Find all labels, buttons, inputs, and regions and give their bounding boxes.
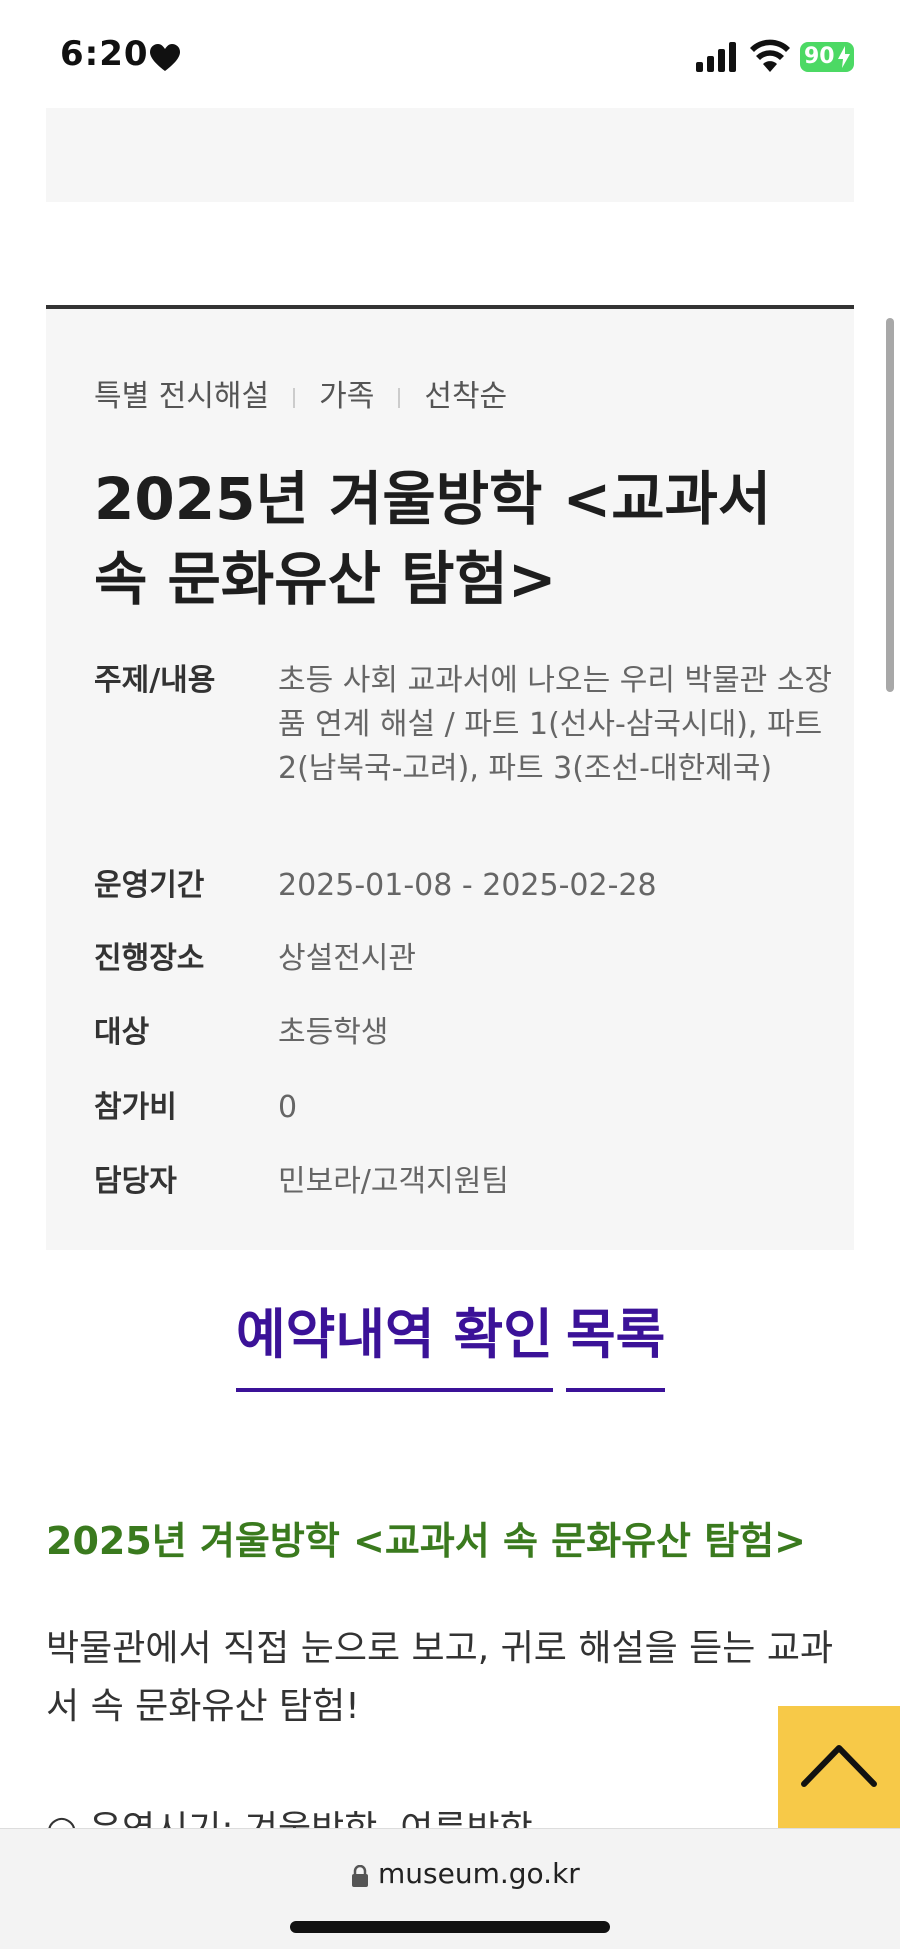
status-time: 6:20 xyxy=(60,34,149,74)
tag-divider xyxy=(293,387,296,408)
event-info-panel: 특별 전시해설 가족 선착순 2025년 겨울방학 <교과서 속 문화유산 탐험> … xyxy=(46,305,854,1250)
list-button[interactable]: 목록 xyxy=(566,1300,666,1392)
field-label: 대상 xyxy=(94,1015,150,1050)
field-label: 담당자 xyxy=(94,1164,177,1199)
field-label: 참가비 xyxy=(94,1090,177,1125)
content-subtitle: 2025년 겨울방학 <교과서 속 문화유산 탐험> xyxy=(46,1519,806,1563)
tag-method: 선착순 xyxy=(424,379,508,414)
field-value: 초등 사회 교과서에 나오는 우리 박물관 소장품 연계 해설 / 파트 1(선… xyxy=(278,663,833,786)
heart-icon xyxy=(150,44,180,71)
url-text[interactable]: museum.go.kr xyxy=(378,1857,580,1890)
content-description: 박물관에서 직접 눈으로 보고, 귀로 해설을 듣는 교과서 속 문화유산 탐험… xyxy=(46,1628,834,1727)
cellular-signal-icon xyxy=(696,42,736,72)
battery-level: 90 xyxy=(804,44,835,69)
field-value: 2025-01-08 - 2025-02-28 xyxy=(278,868,657,903)
field-label: 운영기간 xyxy=(94,868,205,903)
tag-divider xyxy=(398,387,401,408)
field-label: 진행장소 xyxy=(94,941,205,976)
field-label: 주제/내용 xyxy=(94,663,216,698)
charging-bolt-icon xyxy=(838,46,850,68)
lock-icon xyxy=(352,1865,368,1887)
scroll-to-top-button[interactable] xyxy=(778,1706,900,1830)
field-value: 민보라/고객지원팀 xyxy=(278,1164,509,1199)
status-bar: 6:20 90 xyxy=(0,0,900,108)
event-title: 2025년 겨울방학 <교과서 속 문화유산 탐험> xyxy=(94,465,772,613)
tag-audience: 가족 xyxy=(319,379,375,414)
home-indicator[interactable] xyxy=(290,1921,610,1933)
battery-indicator: 90 xyxy=(800,42,854,72)
field-value: 상설전시관 xyxy=(278,941,416,976)
tag-category: 특별 전시해설 xyxy=(94,379,270,414)
scrollbar-thumb[interactable] xyxy=(886,318,894,692)
field-value: 0 xyxy=(278,1090,298,1125)
reservation-history-button[interactable]: 예약내역 확인 xyxy=(236,1300,553,1392)
browser-address-bar[interactable]: museum.go.kr xyxy=(0,1828,900,1949)
content-schedule-line: ○ 운영시기: 겨울방학, 여름방학 xyxy=(46,1800,533,1828)
banner-placeholder xyxy=(46,108,854,202)
wifi-icon xyxy=(750,39,790,72)
chevron-up-icon xyxy=(801,1745,877,1787)
event-tags: 특별 전시해설 가족 선착순 xyxy=(94,371,507,415)
field-value: 초등학생 xyxy=(278,1015,389,1050)
